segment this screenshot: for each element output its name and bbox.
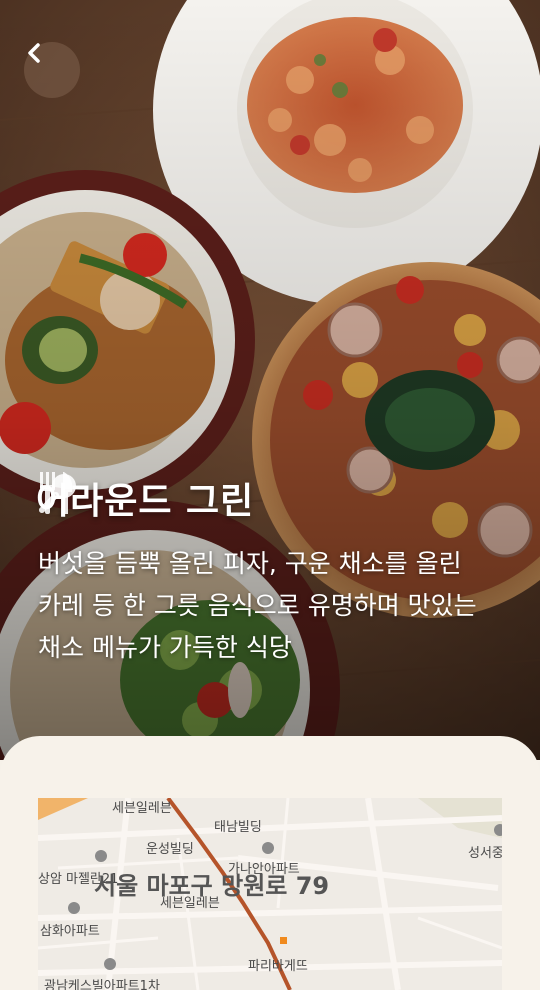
description-line: 채소 메뉴가 가득한 식당 [38, 633, 292, 662]
location-map[interactable]: 세븐일레븐 태남빌딩 운성빌딩 가나안아파트 성서중 상암 마젤란21 세븐일레… [38, 798, 502, 990]
description-line: 카레 등 한 그릇 음식으로 유명하며 맛있는 [38, 591, 477, 620]
chevron-left-icon [28, 43, 40, 63]
map-label: 태남빌딩 [214, 820, 262, 835]
map-label: 운성빌딩 [146, 842, 194, 857]
map-label: 파리바게뜨 [248, 959, 308, 974]
map-label: 상암 [38, 872, 62, 887]
map-label: 성서중 [468, 846, 502, 861]
map-label: 세븐일레븐 [112, 801, 172, 816]
hero-photo: 어라운드 그린 버섯을 듬뿍 올린 피자, 구운 채소를 올린 카레 등 한 그… [0, 0, 540, 760]
restaurant-title-row: 어라운드 그린 [36, 470, 254, 526]
back-button[interactable] [24, 42, 80, 98]
map-label: 삼화아파트 [40, 924, 100, 939]
map-label: 광남케스빌아파트1차 [44, 979, 160, 990]
address-label: 서울 마포구 망원로 79 [94, 872, 330, 900]
description-line: 버섯을 듬뿍 올린 피자, 구운 채소를 올린 [38, 549, 462, 578]
restaurant-description: 버섯을 듬뿍 올린 피자, 구운 채소를 올린 카레 등 한 그릇 음식으로 유… [38, 543, 518, 669]
fork-knife-icon [40, 472, 73, 514]
